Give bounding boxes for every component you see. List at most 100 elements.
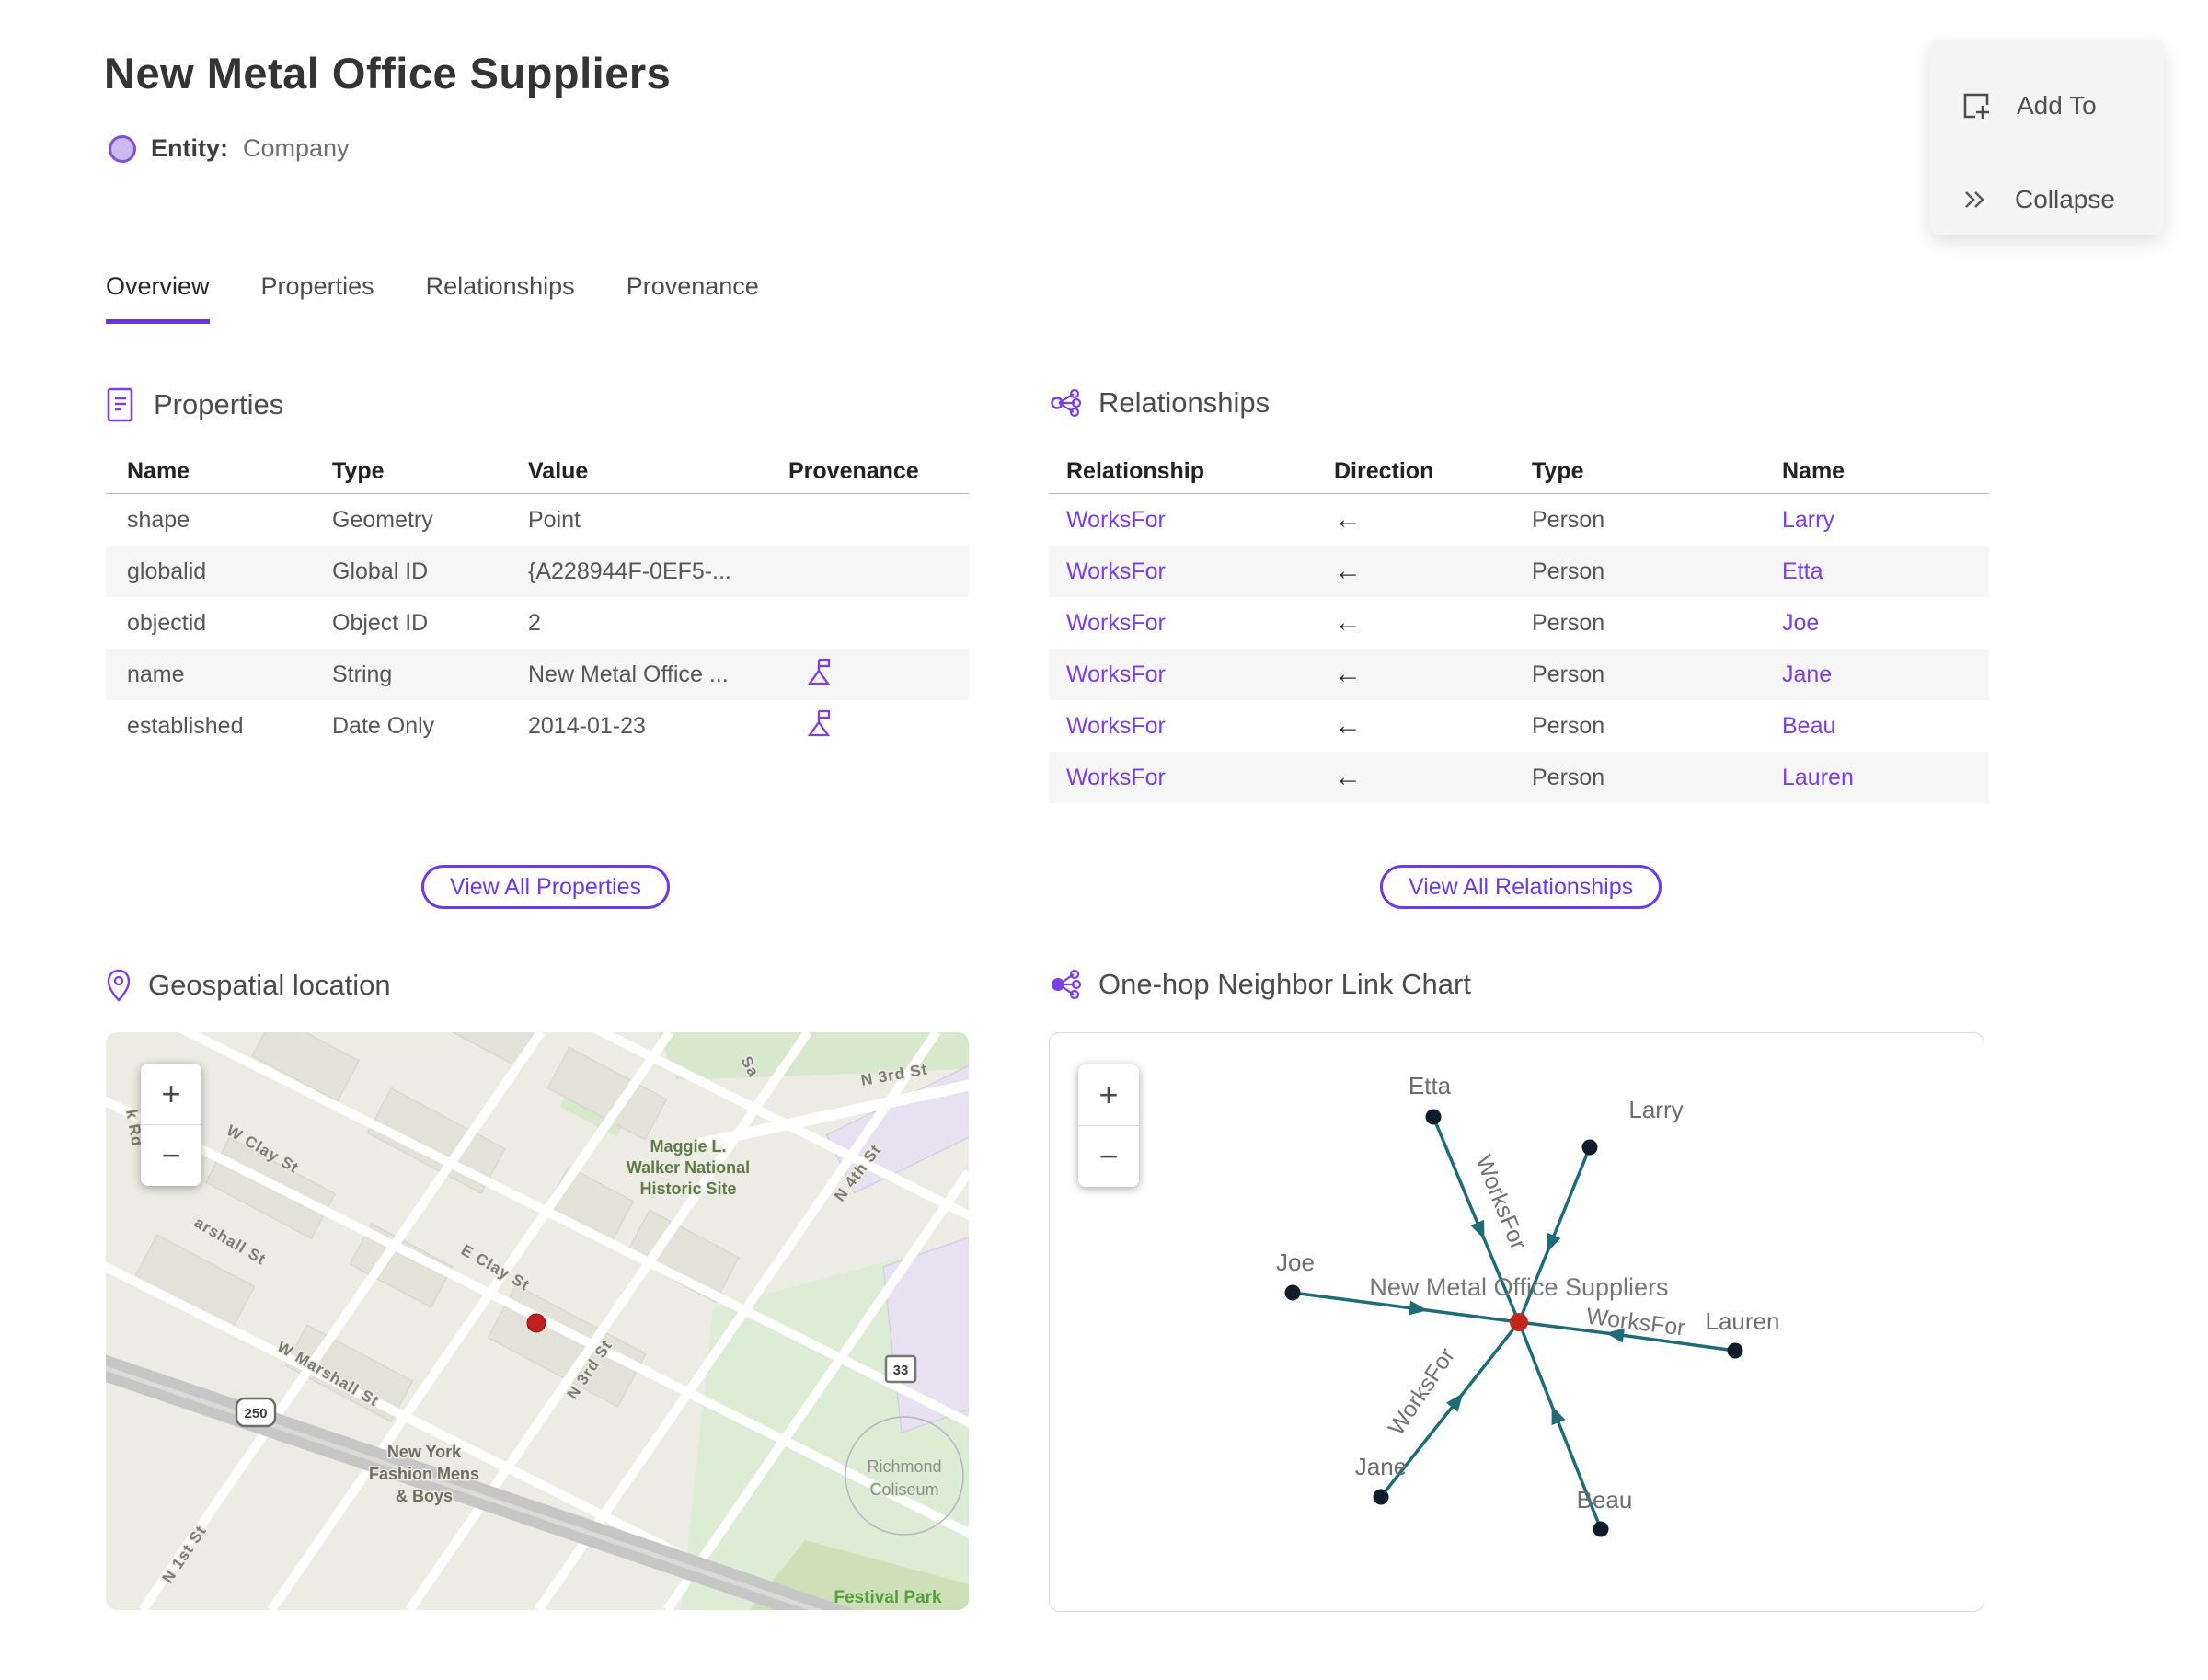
zoom-out-button[interactable]: − <box>1078 1125 1139 1187</box>
relationships-section-title: Relationships <box>1098 386 1271 419</box>
add-to-button[interactable]: Add To <box>1961 91 2097 121</box>
svg-text:33: 33 <box>893 1363 909 1378</box>
col-name: Name <box>127 457 190 484</box>
node-label: Beau <box>1577 1486 1633 1513</box>
place-label: Coliseum <box>869 1480 938 1499</box>
map-marker[interactable] <box>526 1313 546 1333</box>
relationships-table: Relationship Direction Type Name WorksFo… <box>1049 449 1989 803</box>
relationship-link[interactable]: WorksFor <box>1049 507 1317 534</box>
col-relationship: Relationship <box>1066 457 1205 484</box>
graph-node-lauren[interactable] <box>1727 1342 1743 1359</box>
map[interactable]: k Rd W Clay St Sa arshall St W Marshall … <box>106 1032 969 1610</box>
zoom-in-button[interactable]: + <box>141 1064 201 1124</box>
relationship-link[interactable]: WorksFor <box>1049 662 1317 688</box>
map-canvas: k Rd W Clay St Sa arshall St W Marshall … <box>106 1032 969 1610</box>
geospatial-section-title: Geospatial location <box>148 969 391 1001</box>
node-label: Joe <box>1276 1248 1315 1276</box>
col-type: Type <box>1532 457 1584 484</box>
linkchart-zoom-control: + − <box>1078 1064 1139 1187</box>
relationship-link[interactable]: WorksFor <box>1049 765 1317 791</box>
entity-link[interactable]: Beau <box>1765 713 1989 740</box>
properties-section-header: Properties <box>106 386 283 423</box>
graph-node-beau[interactable] <box>1593 1521 1609 1537</box>
map-zoom-control: + − <box>141 1064 201 1186</box>
tab-relationships[interactable]: Relationships <box>426 272 575 324</box>
direction-arrow: ← <box>1334 659 1362 689</box>
graph-node-larry[interactable] <box>1581 1139 1598 1156</box>
table-row: name String New Metal Office ... <box>106 649 969 700</box>
node-label: Jane <box>1355 1453 1407 1480</box>
tab-provenance[interactable]: Provenance <box>627 272 759 324</box>
table-row: globalid Global ID {A228944F-0EF5-... <box>106 546 969 597</box>
place-label: Maggie L. <box>650 1137 726 1156</box>
direction-arrow: ← <box>1334 762 1362 792</box>
tab-overview[interactable]: Overview <box>106 272 210 324</box>
center-node-label: New Metal Office Suppliers <box>1369 1273 1668 1301</box>
collapse-button[interactable]: Collapse <box>1961 185 2115 214</box>
relationship-link[interactable]: WorksFor <box>1049 610 1317 637</box>
relationships-section-header: Relationships <box>1049 386 1270 420</box>
view-all-relationships-button[interactable]: View All Relationships <box>1380 865 1662 909</box>
table-row: WorksFor ← Person Lauren <box>1049 752 1989 803</box>
entity-link[interactable]: Lauren <box>1765 765 1989 791</box>
col-value: Value <box>528 457 589 484</box>
node-label: Lauren <box>1706 1307 1780 1335</box>
place-label: Fashion Mens <box>369 1465 479 1483</box>
table-row: established Date Only 2014-01-23 <box>106 700 969 752</box>
properties-section-title: Properties <box>154 388 284 420</box>
provenance-flag-icon[interactable] <box>805 655 833 688</box>
add-to-label: Add To <box>2017 91 2097 120</box>
place-label: Historic Site <box>639 1179 736 1198</box>
col-provenance: Provenance <box>788 457 919 484</box>
properties-table-header: Name Type Value Provenance <box>106 449 969 494</box>
tab-properties[interactable]: Properties <box>261 272 374 324</box>
svg-text:250: 250 <box>244 1406 267 1421</box>
graph-node-jane[interactable] <box>1373 1489 1389 1505</box>
entity-link[interactable]: Larry <box>1765 507 1989 534</box>
place-label: Festival Park <box>834 1588 942 1607</box>
relationship-link[interactable]: WorksFor <box>1049 558 1317 585</box>
properties-table: Name Type Value Provenance shape Geometr… <box>106 449 969 752</box>
edge-label: WorksFor <box>1470 1152 1531 1254</box>
edge-label: WorksFor <box>1384 1343 1461 1440</box>
entity-label: Entity: <box>151 134 228 162</box>
view-all-properties-button[interactable]: View All Properties <box>421 865 670 909</box>
route-shield-33: 33 <box>884 1354 917 1384</box>
route-shield-250: 250 <box>235 1397 277 1428</box>
graph-node-center[interactable] <box>1510 1313 1528 1331</box>
entity-type-value: Company <box>243 134 350 162</box>
node-label: Larry <box>1628 1096 1683 1123</box>
entity-type-dot <box>109 134 136 163</box>
link-chart-icon <box>1052 969 1082 1000</box>
place-label: Richmond <box>867 1457 941 1476</box>
edge-label: WorksFor <box>1585 1304 1686 1341</box>
relationships-icon <box>1051 388 1082 418</box>
place-label: Walker National <box>627 1158 750 1177</box>
entity-link[interactable]: Etta <box>1765 558 1989 585</box>
relationships-table-header: Relationship Direction Type Name <box>1049 449 1989 494</box>
graph-node-joe[interactable] <box>1284 1284 1301 1301</box>
page-title: New Metal Office Suppliers <box>104 49 672 98</box>
direction-arrow: ← <box>1334 556 1362 586</box>
relationship-link[interactable]: WorksFor <box>1049 713 1317 740</box>
link-chart[interactable]: WorksFor WorksFor WorksFor Etta Larry Jo… <box>1049 1032 1984 1612</box>
table-row: shape Geometry Point <box>127 506 581 533</box>
zoom-out-button[interactable]: − <box>141 1124 201 1186</box>
table-row: WorksFor ← Person Joe <box>1049 597 1989 649</box>
col-type: Type <box>332 457 385 484</box>
quick-actions-panel: Add To Collapse <box>1930 40 2164 235</box>
graph-node-etta[interactable] <box>1425 1109 1442 1125</box>
chevrons-right-icon <box>1965 191 1984 208</box>
add-to-icon <box>1963 93 1989 119</box>
node-label: Etta <box>1409 1072 1452 1099</box>
entity-link[interactable]: Jane <box>1765 662 1989 688</box>
direction-arrow: ← <box>1334 710 1362 741</box>
direction-arrow: ← <box>1334 504 1362 535</box>
table-row: WorksFor ← Person Beau <box>1049 700 1989 752</box>
linkchart-section-title: One-hop Neighbor Link Chart <box>1098 968 1471 1000</box>
place-label: & Boys <box>396 1487 453 1505</box>
zoom-in-button[interactable]: + <box>1078 1064 1139 1125</box>
entity-link[interactable]: Joe <box>1765 610 1989 637</box>
provenance-flag-icon[interactable] <box>805 707 833 740</box>
collapse-label: Collapse <box>2015 185 2115 213</box>
